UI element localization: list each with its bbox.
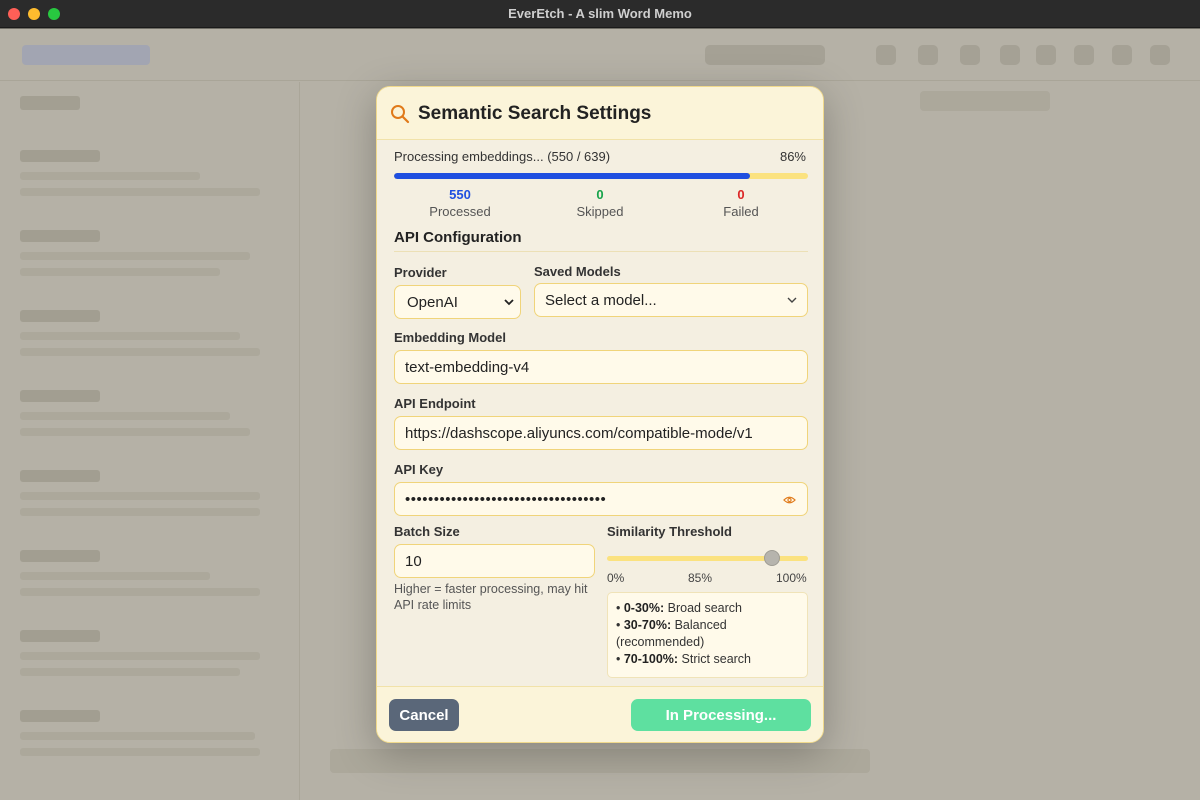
- batch-size-input[interactable]: 10: [394, 544, 595, 578]
- toolbar-icon-placeholder: [876, 45, 896, 65]
- similarity-threshold-label: Similarity Threshold: [607, 524, 732, 539]
- info-range: 70-100%:: [623, 652, 679, 666]
- word-entry-placeholder: [20, 390, 270, 444]
- api-key-label: API Key: [394, 462, 444, 477]
- word-entry-placeholder: [20, 550, 270, 604]
- info-item: • 30-70%: Balanced (recommended): [616, 618, 727, 649]
- info-desc: Broad search: [667, 601, 742, 615]
- embedding-model-label: Embedding Model: [394, 330, 506, 345]
- stat-processed: 550 Processed: [400, 187, 520, 219]
- toolbar-icon-placeholder: [1112, 45, 1132, 65]
- dialog-footer: Cancel In Processing...: [377, 686, 823, 742]
- progress-bar-fill: [394, 173, 751, 179]
- toolbar-icon-placeholder: [1036, 45, 1056, 65]
- saved-models-label: Saved Models: [534, 264, 621, 279]
- api-key-value: •••••••••••••••••••••••••••••••••••: [405, 490, 607, 508]
- cancel-button[interactable]: Cancel: [389, 699, 459, 731]
- search-icon: [391, 105, 410, 124]
- window-title: EverEtch - A slim Word Memo: [508, 6, 692, 21]
- word-entry-placeholder: [20, 150, 270, 204]
- progress-percent: 86%: [779, 149, 806, 164]
- info-item: • 70-100%: Strict search: [616, 652, 752, 666]
- chevron-down-icon: [787, 297, 797, 303]
- stat-processed-value: 550: [449, 187, 471, 202]
- api-endpoint-label: API Endpoint: [394, 396, 476, 411]
- info-item: • 0-30%: Broad search: [616, 601, 742, 615]
- info-desc: Strict search: [681, 652, 752, 666]
- app-header-placeholder: [0, 29, 1200, 81]
- word-entry-placeholder: [20, 630, 270, 684]
- saved-models-select[interactable]: Select a model...: [534, 283, 808, 317]
- toolbar-icon-placeholder: [918, 45, 938, 65]
- eye-icon[interactable]: [783, 495, 796, 505]
- provider-value: OpenAI: [407, 293, 458, 311]
- stat-failed-value: 0: [737, 187, 745, 202]
- embedding-model-input[interactable]: text-embedding-v4: [394, 350, 808, 384]
- slider-tick-min: 0%: [607, 571, 625, 585]
- dialog-header: Semantic Search Settings: [377, 87, 823, 140]
- word-entry-placeholder: [20, 710, 270, 764]
- api-endpoint-value: https://dashscope.aliyuncs.com/compatibl…: [405, 424, 753, 442]
- slider-tick-max: 100%: [776, 571, 807, 585]
- toolbar-icon-placeholder: [960, 45, 980, 65]
- word-entry-placeholder: [20, 230, 270, 284]
- dialog-title: Semantic Search Settings: [418, 103, 652, 124]
- detail-header-placeholder: [920, 91, 1050, 111]
- stat-skipped-value: 0: [596, 187, 604, 202]
- window-titlebar: EverEtch - A slim Word Memo: [0, 0, 1200, 28]
- process-button[interactable]: In Processing...: [631, 699, 811, 731]
- toolbar-placeholder: [705, 45, 825, 65]
- stat-skipped-label: Skipped: [576, 204, 624, 219]
- similarity-info-box: • 0-30%: Broad search • 30-70%: Balanced…: [607, 592, 808, 678]
- similarity-slider-thumb[interactable]: [764, 550, 781, 566]
- word-entry-placeholder: [20, 470, 270, 524]
- progress-label: Processing embeddings... (550 / 639): [394, 149, 611, 164]
- batch-size-label: Batch Size: [394, 524, 460, 539]
- provider-label: Provider: [394, 265, 447, 280]
- semantic-search-settings-dialog: Semantic Search Settings Processing embe…: [376, 86, 824, 743]
- app-logo-placeholder: [22, 45, 150, 65]
- word-entry-placeholder: [20, 310, 270, 364]
- chevron-down-icon: [504, 299, 514, 306]
- api-key-input[interactable]: •••••••••••••••••••••••••••••••••••: [394, 482, 808, 516]
- section-divider: [394, 251, 808, 252]
- slider-tick-value: 85%: [688, 571, 713, 585]
- api-configuration-heading: API Configuration: [394, 229, 522, 246]
- progress-bar: [394, 173, 808, 179]
- saved-models-value: Select a model...: [545, 291, 657, 309]
- embedding-model-value: text-embedding-v4: [405, 358, 530, 376]
- toolbar-icon-placeholder: [1150, 45, 1170, 65]
- input-bar-placeholder: [330, 749, 870, 773]
- stat-processed-label: Processed: [429, 204, 491, 219]
- stat-failed-label: Failed: [723, 204, 759, 219]
- sidebar-placeholder: [0, 82, 300, 800]
- sidebar-header-placeholder: [20, 96, 80, 110]
- stat-skipped: 0 Skipped: [540, 187, 660, 219]
- toolbar-icon-placeholder: [1074, 45, 1094, 65]
- stat-failed: 0 Failed: [681, 187, 801, 219]
- batch-size-help: Higher = faster processing, may hit API …: [394, 582, 588, 612]
- batch-size-value: 10: [405, 552, 422, 570]
- provider-select[interactable]: OpenAI: [394, 285, 521, 319]
- toolbar-icon-placeholder: [1000, 45, 1020, 65]
- info-range: 30-70%:: [623, 618, 672, 632]
- api-endpoint-input[interactable]: https://dashscope.aliyuncs.com/compatibl…: [394, 416, 808, 450]
- info-range: 0-30%:: [623, 601, 665, 615]
